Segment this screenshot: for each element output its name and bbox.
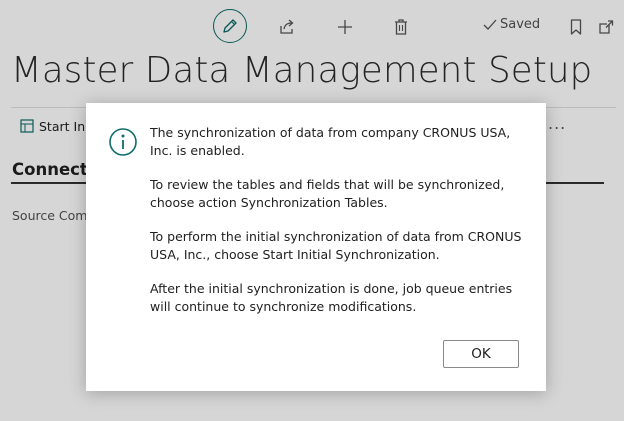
dialog-message-4: After the initial synchronization is don…: [150, 281, 513, 314]
ok-button[interactable]: OK: [443, 340, 519, 368]
info-dialog: The synchronization of data from company…: [86, 103, 546, 391]
info-icon: [109, 128, 137, 156]
dialog-message-1: The synchronization of data from company…: [150, 125, 511, 158]
dialog-message-3: To perform the initial synchronization o…: [150, 229, 522, 262]
dialog-message-2: To review the tables and fields that wil…: [150, 177, 505, 210]
